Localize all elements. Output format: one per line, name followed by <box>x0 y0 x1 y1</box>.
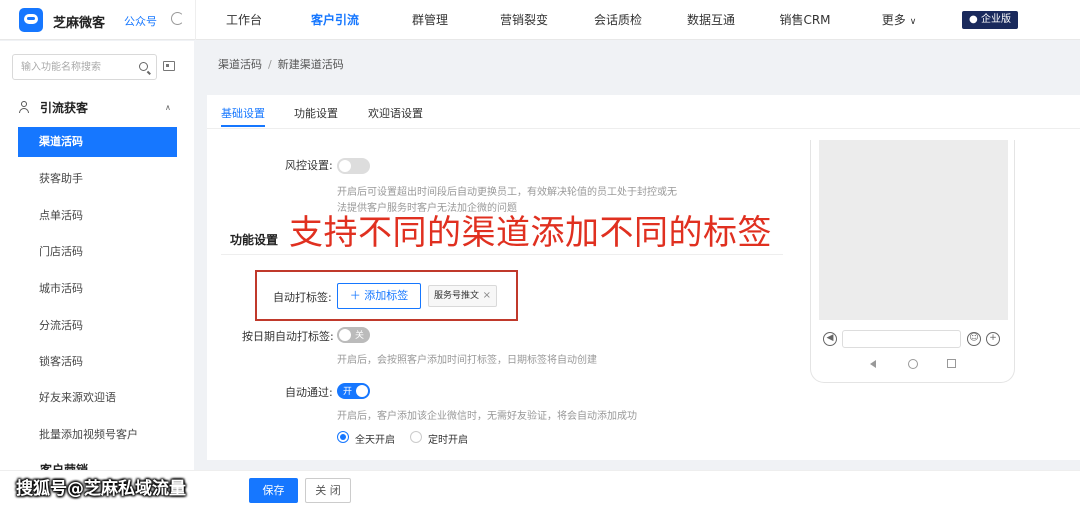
edition-dot-icon: ● <box>969 14 981 25</box>
nav-divider <box>195 0 196 40</box>
date-tag-help: 开启后，会按照客户添加时间打标签，日期标签将自动创建 <box>337 355 597 366</box>
emoji-icon: ☺ <box>967 332 981 346</box>
phone-screen <box>819 140 1008 320</box>
risk-control-switch[interactable] <box>337 158 370 174</box>
radio-timed[interactable] <box>410 431 422 443</box>
sidebar-item-split-code[interactable]: 分流活码 <box>18 311 177 341</box>
save-button[interactable]: 保存 <box>249 478 298 503</box>
sidebar-group-title[interactable]: 引流获客 <box>40 99 88 116</box>
sidebar-search[interactable] <box>12 54 157 80</box>
sidebar-item-city-code[interactable]: 城市活码 <box>18 274 177 304</box>
auto-pass-help: 开启后，客户添加该企业微信时，无需好友验证，将会自动添加成功 <box>337 411 637 422</box>
radio-all-day[interactable] <box>337 431 349 443</box>
chevron-down-icon: ∨ <box>909 17 917 27</box>
nav-item-group-management[interactable]: 群管理 <box>411 0 449 40</box>
highlight-box <box>255 270 518 321</box>
tabs-divider <box>207 128 1080 129</box>
tab-welcome-settings[interactable]: 欢迎语设置 <box>368 105 423 121</box>
sidebar-search-input[interactable] <box>21 58 131 76</box>
auto-pass-label: 自动通过: <box>285 386 333 399</box>
sidebar-collapse-icon[interactable] <box>163 61 175 71</box>
sidebar-item-friend-welcome[interactable]: 好友来源欢迎语 <box>18 383 177 413</box>
sidebar-item-channel-code[interactable]: 渠道活码 <box>18 127 177 157</box>
nav-item-workbench[interactable]: 工作台 <box>226 0 262 40</box>
sidebar-item-acquisition-assistant[interactable]: 获客助手 <box>18 164 177 194</box>
sidebar-item-store-code[interactable]: 门店活码 <box>18 237 177 267</box>
nav-item-data-interop[interactable]: 数据互通 <box>686 0 736 40</box>
function-settings-section-title: 功能设置 <box>230 233 279 247</box>
radio-all-day-label[interactable]: 全天开启 <box>355 431 395 446</box>
phone-input-row: ◀ ☺ + <box>811 326 1016 350</box>
breadcrumb-separator: / <box>268 58 272 71</box>
top-navbar: 芝麻微客 公众号 工作台 客户引流 群管理 营销裂变 会话质检 数据互通 销售C… <box>0 0 1080 40</box>
auto-pass-switch[interactable]: 开 <box>337 383 370 399</box>
risk-control-help-line1: 开启后可设置超出时间段后自动更换员工，有效解决轮值的员工处于封控或无 <box>337 187 677 198</box>
nav-item-marketing-fission[interactable]: 营销裂变 <box>500 0 548 40</box>
date-tag-switch[interactable]: 关 <box>337 327 370 343</box>
theme-moon-icon[interactable] <box>171 12 184 25</box>
breadcrumb: 渠道活码 / 新建渠道活码 <box>218 56 344 72</box>
sidebar-item-lock-code[interactable]: 锁客活码 <box>18 347 177 377</box>
section-divider <box>221 254 783 255</box>
sidebar-item-batch-video-customers[interactable]: 批量添加视频号客户 <box>18 420 177 450</box>
nav-item-customer-acquisition[interactable]: 客户引流 <box>301 0 369 40</box>
phone-navbar <box>811 354 1016 376</box>
brand-logo-icon[interactable] <box>19 8 43 32</box>
voice-icon: ◀ <box>823 332 837 346</box>
phone-preview: ◀ ☺ + <box>810 140 1015 383</box>
chevron-up-icon[interactable]: ∧ <box>165 103 171 112</box>
home-circle-icon <box>908 359 918 369</box>
back-triangle-icon <box>870 360 876 368</box>
close-button[interactable]: 关 闭 <box>305 478 351 503</box>
risk-control-label: 风控设置: <box>285 159 333 172</box>
annotation-overlay: 支持不同的渠道添加不同的标签 <box>289 213 772 253</box>
phone-message-input <box>842 330 961 348</box>
watermark: 搜狐号@芝麻私域流量 <box>16 479 186 499</box>
user-add-icon <box>18 101 30 113</box>
nav-item-sales-crm[interactable]: 销售CRM <box>777 0 833 40</box>
edition-badge[interactable]: ● 企业版 <box>962 11 1018 29</box>
date-tag-label: 按日期自动打标签: <box>242 330 334 343</box>
breadcrumb-current: 新建渠道活码 <box>277 58 344 71</box>
tab-function-settings[interactable]: 功能设置 <box>294 105 338 121</box>
tab-basic-settings[interactable]: 基础设置 <box>221 105 265 121</box>
search-icon[interactable] <box>139 62 148 71</box>
radio-timed-label[interactable]: 定时开启 <box>428 431 468 446</box>
nav-item-session-qc[interactable]: 会话质检 <box>593 0 643 40</box>
brand-name: 芝麻微客 <box>53 16 106 31</box>
nav-item-more[interactable]: 更多 ∨ <box>879 0 919 40</box>
account-type-link[interactable]: 公众号 <box>124 13 157 29</box>
tab-active-indicator <box>221 125 265 127</box>
breadcrumb-parent[interactable]: 渠道活码 <box>218 58 262 71</box>
sidebar: 引流获客 ∧ 渠道活码 获客助手 点单活码 门店活码 城市活码 分流活码 锁客活… <box>0 41 194 508</box>
plus-circle-icon: + <box>986 332 1000 346</box>
recent-square-icon <box>947 359 956 368</box>
sidebar-item-order-code[interactable]: 点单活码 <box>18 201 177 231</box>
